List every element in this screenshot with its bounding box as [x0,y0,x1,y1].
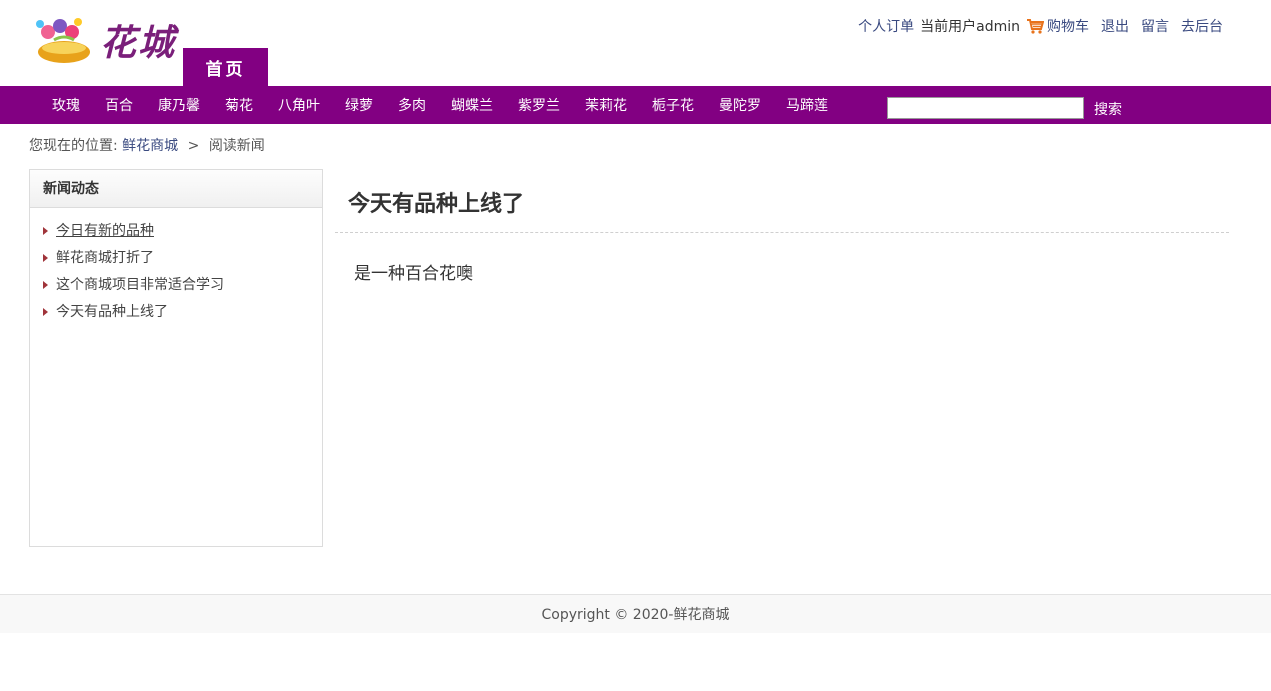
home-tab[interactable]: 首页 [183,48,268,86]
search-button[interactable]: 搜索 [1094,99,1122,119]
nav-item-violet[interactable]: 紫罗兰 [518,95,560,115]
news-link[interactable]: 今天有品种上线了 [56,301,168,323]
nav-item-rose[interactable]: 玫瑰 [52,95,80,115]
user-links: 个人订单 当前用户admin 购物车 退出 留言 去后台 [858,16,1223,36]
header: 花城 首页 个人订单 当前用户admin 购物车 退出 留言 去后台 [0,0,1271,86]
my-orders-link[interactable]: 个人订单 [858,16,914,36]
article-body: 是一种百合花噢 [354,264,473,284]
article-divider [335,232,1229,233]
nav-item-chrysanthemum[interactable]: 菊花 [225,95,253,115]
nav-item-succulent[interactable]: 多肉 [398,95,426,115]
flower-basket-icon [36,18,90,63]
breadcrumb-home-link[interactable]: 鲜花商城 [122,138,178,154]
current-user-label: 当前用户admin [920,19,1020,35]
news-link[interactable]: 鲜花商城打折了 [56,247,154,269]
nav-item-fatsia[interactable]: 八角叶 [278,95,320,115]
breadcrumb-prefix: 您现在的位置: [29,138,118,154]
nav-item-lily[interactable]: 百合 [105,95,133,115]
nav-item-jasmine[interactable]: 茉莉花 [585,95,627,115]
message-link[interactable]: 留言 [1141,16,1169,36]
category-list: 玫瑰 百合 康乃馨 菊花 八角叶 绿萝 多肉 蝴蝶兰 紫罗兰 茉莉花 栀子花 曼… [52,86,853,124]
nav-item-datura[interactable]: 曼陀罗 [719,95,761,115]
bullet-arrow-icon [43,280,48,289]
footer: Copyright © 2020-鲜花商城 [0,594,1271,633]
news-link[interactable]: 这个商城项目非常适合学习 [56,274,224,296]
shopping-cart-icon [1027,19,1044,34]
breadcrumb-current: 阅读新闻 [208,138,265,154]
bullet-arrow-icon [43,226,48,235]
nav-item-calla-lily[interactable]: 马蹄莲 [786,95,828,115]
sidebar-title: 新闻动态 [30,170,322,208]
nav-item-carnation[interactable]: 康乃馨 [158,95,200,115]
news-item[interactable]: 这个商城项目非常适合学习 [43,271,322,298]
cart-label: 购物车 [1047,19,1089,35]
nav-item-orchid[interactable]: 蝴蝶兰 [451,95,493,115]
cart-link[interactable]: 购物车 [1026,16,1089,36]
news-sidebar: 新闻动态 今日有新的品种 鲜花商城打折了 这个商城项目非常适合学习 今天有品种上… [29,169,323,547]
news-item[interactable]: 今天有品种上线了 [43,298,322,325]
news-link[interactable]: 今日有新的品种 [56,220,154,242]
news-item[interactable]: 今日有新的品种 [43,217,322,244]
admin-link[interactable]: 去后台 [1181,16,1223,36]
search-input[interactable] [887,97,1084,119]
article-title: 今天有品种上线了 [348,192,525,217]
bullet-arrow-icon [43,253,48,262]
nav-item-pothos[interactable]: 绿萝 [345,95,373,115]
nav-item-gardenia[interactable]: 栀子花 [652,95,694,115]
bullet-arrow-icon [43,307,48,316]
breadcrumb-separator: > [187,138,200,154]
copyright-text: Copyright © 2020-鲜花商城 [541,607,730,623]
news-item[interactable]: 鲜花商城打折了 [43,244,322,271]
news-list: 今日有新的品种 鲜花商城打折了 这个商城项目非常适合学习 今天有品种上线了 [30,208,322,325]
breadcrumb: 您现在的位置: 鲜花商城 > 阅读新闻 [29,135,265,155]
logout-link[interactable]: 退出 [1101,16,1129,36]
logo-text: 花城 [100,22,177,64]
site-logo[interactable]: 花城 [28,10,180,68]
